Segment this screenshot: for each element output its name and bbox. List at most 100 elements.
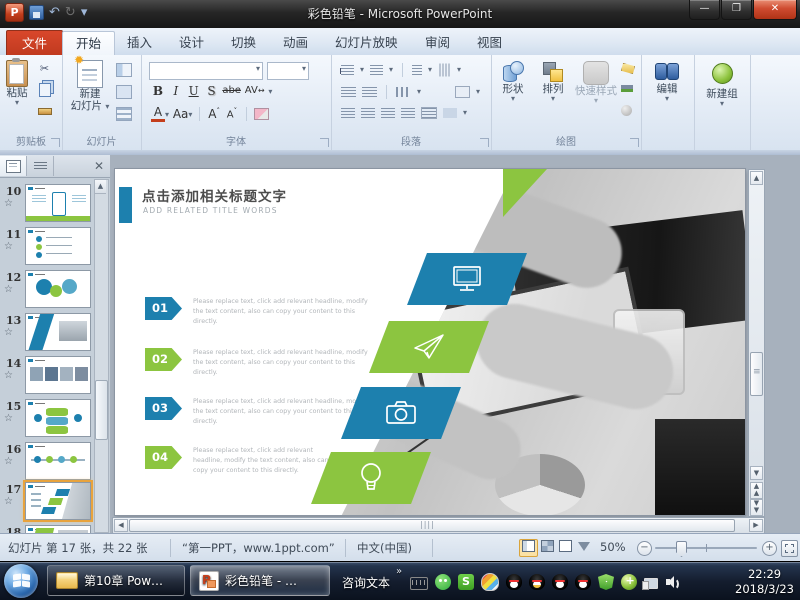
sogou-icon[interactable]: S xyxy=(458,574,474,590)
camera-parallelogram[interactable] xyxy=(341,387,461,439)
thumbnail-scrollbar[interactable]: ▲ xyxy=(94,179,109,533)
align-center-icon[interactable] xyxy=(361,108,375,118)
360-safe-icon[interactable] xyxy=(621,574,637,590)
line-spacing-icon[interactable] xyxy=(412,65,422,75)
qq-icon[interactable] xyxy=(575,574,591,590)
speaker-icon[interactable] xyxy=(665,574,681,590)
drawing-dialog-launcher[interactable] xyxy=(630,138,639,147)
section-icon[interactable] xyxy=(116,107,132,121)
align-right-icon[interactable] xyxy=(381,108,395,118)
strikethrough-button[interactable]: abe xyxy=(222,85,241,96)
clipboard-dialog-launcher[interactable] xyxy=(51,138,60,147)
paste-button[interactable]: 粘贴 ▾ xyxy=(2,60,32,107)
justify-icon[interactable] xyxy=(401,108,415,118)
scrollbar-thumb[interactable] xyxy=(95,380,108,440)
align-left-icon[interactable] xyxy=(341,108,355,118)
thumbnail-slide-16[interactable]: 16☆ xyxy=(0,441,96,483)
copy-icon[interactable] xyxy=(38,81,51,97)
bullets-icon[interactable] xyxy=(341,65,354,75)
wechat-icon[interactable] xyxy=(435,574,451,590)
tab-file[interactable]: 文件 xyxy=(6,30,63,56)
tab-slides-thumbnails[interactable] xyxy=(0,156,27,176)
character-spacing-button[interactable]: AV↔ xyxy=(245,85,265,96)
grow-font-button[interactable]: A˄ xyxy=(207,107,221,121)
tab-animations[interactable]: 动画 xyxy=(270,31,321,55)
thumbnail-slide-14[interactable]: 14☆ xyxy=(0,355,96,397)
item-tag-03[interactable]: 03 xyxy=(145,397,182,420)
zoom-slider-thumb[interactable] xyxy=(676,541,687,557)
horizontal-scrollbar[interactable]: ◀ ▶ xyxy=(112,517,765,534)
slide-sorter-view-button[interactable] xyxy=(539,540,556,556)
item-tag-02[interactable]: 02 xyxy=(145,348,182,371)
shape-fill-icon[interactable] xyxy=(621,63,635,74)
next-slide-button[interactable]: ▼▼ xyxy=(750,499,763,516)
toolbar-chevron-icon[interactable]: » xyxy=(396,566,402,577)
zoom-level[interactable]: 50% xyxy=(600,540,626,554)
language-indicator[interactable]: 中文(中国) xyxy=(357,540,412,556)
item-text-04[interactable]: Please replace text, click add relevant … xyxy=(193,446,343,475)
font-dialog-launcher[interactable] xyxy=(320,138,329,147)
scrollbar-thumb[interactable] xyxy=(750,352,763,396)
taskbar-item-folder[interactable]: 第10章 Pow… xyxy=(47,565,185,596)
slide-layout-icon[interactable] xyxy=(116,63,132,77)
underline-button[interactable]: U xyxy=(187,84,201,98)
shapes-button[interactable]: 形状▾ xyxy=(495,61,531,103)
tab-transitions[interactable]: 切换 xyxy=(218,31,269,55)
vertical-scrollbar[interactable]: ▲ ▼ ▲▲ ▼▼ xyxy=(748,169,765,517)
shrink-font-button[interactable]: A˅ xyxy=(225,107,239,120)
qq-briefcase-icon[interactable] xyxy=(529,574,545,590)
shape-outline-icon[interactable] xyxy=(621,85,633,92)
decrease-indent-icon[interactable] xyxy=(341,87,356,97)
new-group-button[interactable]: 新建组▾ xyxy=(700,63,744,108)
arrange-button[interactable]: 排列▾ xyxy=(535,61,571,103)
quick-styles-button[interactable]: 快速样式▾ xyxy=(573,61,619,105)
increase-indent-icon[interactable] xyxy=(362,87,377,97)
scroll-down-icon[interactable]: ▼ xyxy=(750,466,763,480)
fit-to-window-button[interactable] xyxy=(781,540,798,557)
font-size-combo[interactable] xyxy=(267,62,309,80)
text-direction-icon[interactable] xyxy=(440,64,450,77)
minimize-button[interactable]: — xyxy=(689,0,720,20)
format-painter-icon[interactable] xyxy=(36,103,53,115)
taskbar-item-powerpoint[interactable]: 彩色铅笔 - … xyxy=(190,565,330,596)
normal-view-button[interactable] xyxy=(519,539,538,557)
reading-view-button[interactable] xyxy=(557,540,574,556)
slideshow-view-button[interactable] xyxy=(575,540,592,556)
tab-review[interactable]: 审阅 xyxy=(412,31,463,55)
scroll-right-icon[interactable]: ▶ xyxy=(749,519,763,532)
qq-icon[interactable] xyxy=(552,574,568,590)
new-slide-button[interactable]: 新建 幻灯片 ▾ xyxy=(68,60,112,112)
tab-design[interactable]: 设计 xyxy=(166,31,217,55)
network-icon[interactable] xyxy=(644,578,658,589)
font-color-button[interactable]: A xyxy=(151,105,165,122)
scroll-left-icon[interactable]: ◀ xyxy=(114,519,128,532)
tab-slideshow[interactable]: 幻灯片放映 xyxy=(322,31,411,55)
thumbnail-slide-15[interactable]: 15☆ xyxy=(0,398,96,440)
thumbnail-slide-10[interactable]: 10☆ xyxy=(0,183,96,225)
change-case-button[interactable]: Aa xyxy=(173,107,189,121)
clear-formatting-icon[interactable] xyxy=(254,108,269,120)
tab-outline[interactable] xyxy=(27,156,54,176)
text-shadow-button[interactable]: S xyxy=(204,84,218,98)
thumbnail-slide-12[interactable]: 12☆ xyxy=(0,269,96,311)
slide-canvas[interactable]: 点击添加相关标题文字 ADD RELATED TITLE WORDS 01 Pl… xyxy=(115,169,745,515)
scroll-up-icon[interactable]: ▲ xyxy=(95,180,106,194)
tab-insert[interactable]: 插入 xyxy=(114,31,165,55)
bold-button[interactable]: B xyxy=(151,84,165,98)
bulb-parallelogram[interactable] xyxy=(311,452,431,504)
scroll-up-icon[interactable]: ▲ xyxy=(750,171,763,185)
qq-icon[interactable] xyxy=(506,574,522,590)
tab-home[interactable]: 开始 xyxy=(62,31,115,56)
security-shield-icon[interactable] xyxy=(598,574,614,590)
reset-slide-icon[interactable] xyxy=(116,85,132,99)
zoom-in-button[interactable]: + xyxy=(762,541,777,556)
item-tag-04[interactable]: 04 xyxy=(145,446,182,469)
rainbow-input-icon[interactable] xyxy=(481,573,499,591)
font-name-combo[interactable] xyxy=(149,62,263,80)
item-text-03[interactable]: Please replace text, click add relevant … xyxy=(193,397,371,426)
editing-button[interactable]: 编辑▾ xyxy=(649,63,685,103)
previous-slide-button[interactable]: ▲▲ xyxy=(750,482,763,499)
italic-button[interactable]: I xyxy=(169,84,183,98)
cut-icon[interactable]: ✂ xyxy=(36,61,53,77)
close-pane-icon[interactable]: ✕ xyxy=(94,159,104,173)
